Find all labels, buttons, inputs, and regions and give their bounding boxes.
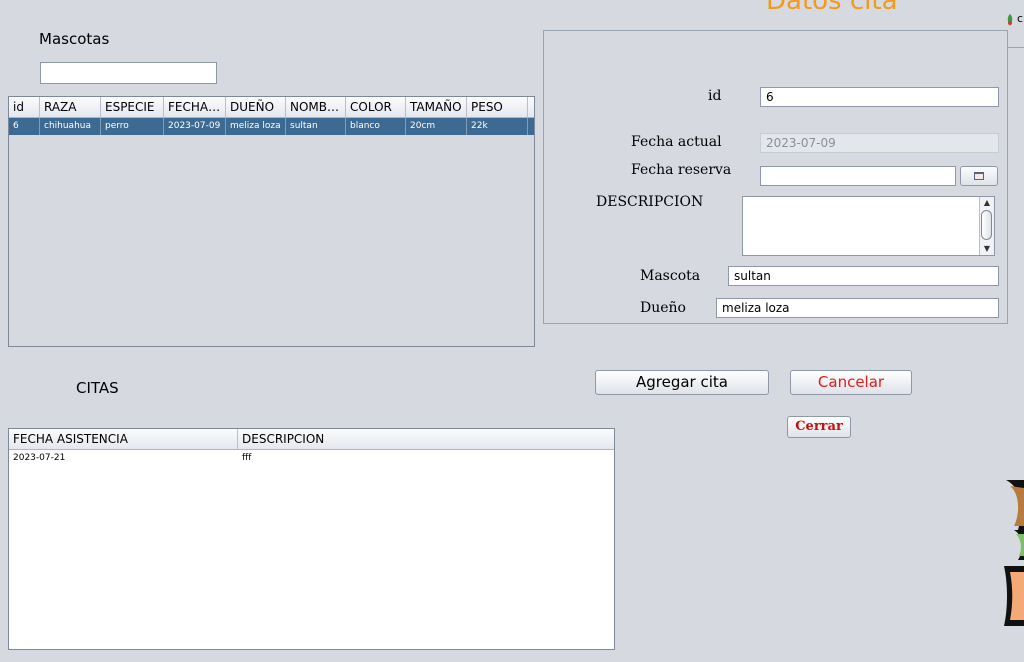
table-row[interactable]: 2023-07-21 fff [9, 450, 614, 467]
dueno-label: Dueño [640, 300, 686, 316]
column-header-color[interactable]: COLOR [346, 97, 406, 117]
mascotas-label: Mascotas [39, 30, 110, 48]
fecha-actual-label: Fecha actual [631, 134, 722, 150]
column-header-raza[interactable]: RAZA [40, 97, 101, 117]
id-label: id [708, 88, 722, 104]
column-header-fecha-asistencia[interactable]: FECHA ASISTENCIA [9, 429, 238, 449]
divider [1007, 47, 1024, 48]
mascota-label: Mascota [640, 268, 701, 284]
column-header-dueno[interactable]: DUEÑO [226, 97, 286, 117]
cerrar-button[interactable]: Cerrar [787, 416, 851, 438]
agregar-cita-button[interactable]: Agregar cita [595, 370, 769, 395]
cancelar-button[interactable]: Cancelar [790, 370, 912, 395]
column-header-tamano[interactable]: TAMAÑO [406, 97, 467, 117]
date-picker-button[interactable] [960, 166, 998, 186]
cell-tamano: 20cm [406, 118, 467, 135]
calendar-icon [974, 172, 984, 180]
scroll-thumb[interactable] [981, 210, 992, 240]
fecha-actual-field [760, 133, 999, 153]
mascotas-search-input[interactable] [40, 62, 217, 84]
cell-raza: chihuahua [40, 118, 101, 135]
fecha-reserva-field[interactable] [760, 166, 956, 186]
cell-especie: perro [101, 118, 164, 135]
column-header-descripcion[interactable]: DESCRIPCION [238, 429, 614, 449]
datos-cita-title: Datos cita [766, 0, 898, 16]
fecha-reserva-label: Fecha reserva [631, 162, 732, 178]
mascota-field[interactable] [728, 266, 999, 286]
descripcion-text [743, 197, 994, 203]
cell-color: blanco [346, 118, 406, 135]
cell-fecha-asistencia: 2023-07-21 [13, 453, 66, 463]
column-header-peso[interactable]: PESO [467, 97, 528, 117]
pets-table-header: id RAZA ESPECIE FECHA ... DUEÑO NOMBRE C… [9, 97, 534, 118]
scroll-down-arrow-icon[interactable]: ▼ [980, 243, 994, 255]
descripcion-label: DESCRIPCION [596, 194, 704, 210]
cell-descripcion: fff [242, 453, 252, 463]
leaf-icon [1007, 14, 1013, 26]
cell-fecha: 2023-07-09 [164, 118, 226, 135]
citas-table-header: FECHA ASISTENCIA DESCRIPCION [9, 429, 614, 450]
descripcion-textarea[interactable]: ▲ ▼ [742, 196, 995, 256]
id-field[interactable] [760, 87, 999, 107]
dueno-field[interactable] [716, 298, 999, 318]
column-header-id[interactable]: id [9, 97, 40, 117]
citas-label: CITAS [76, 379, 119, 397]
column-header-especie[interactable]: ESPECIE [101, 97, 164, 117]
citas-table[interactable]: FECHA ASISTENCIA DESCRIPCION 2023-07-21 … [8, 428, 615, 650]
table-row[interactable]: 6 chihuahua perro 2023-07-09 meliza loza… [9, 118, 534, 135]
cell-id: 6 [9, 118, 40, 135]
pets-table[interactable]: id RAZA ESPECIE FECHA ... DUEÑO NOMBRE C… [8, 96, 535, 347]
edge-label: c [1017, 12, 1024, 25]
descripcion-scrollbar[interactable]: ▲ ▼ [979, 197, 994, 255]
cell-peso: 22k [467, 118, 528, 135]
cell-dueno: meliza loza [226, 118, 286, 135]
column-header-fecha[interactable]: FECHA ... [164, 97, 226, 117]
mascot-illustration-icon [1004, 480, 1024, 626]
column-header-nombre[interactable]: NOMBRE [286, 97, 346, 117]
scroll-up-arrow-icon[interactable]: ▲ [980, 197, 994, 209]
cell-nombre: sultan [286, 118, 346, 135]
